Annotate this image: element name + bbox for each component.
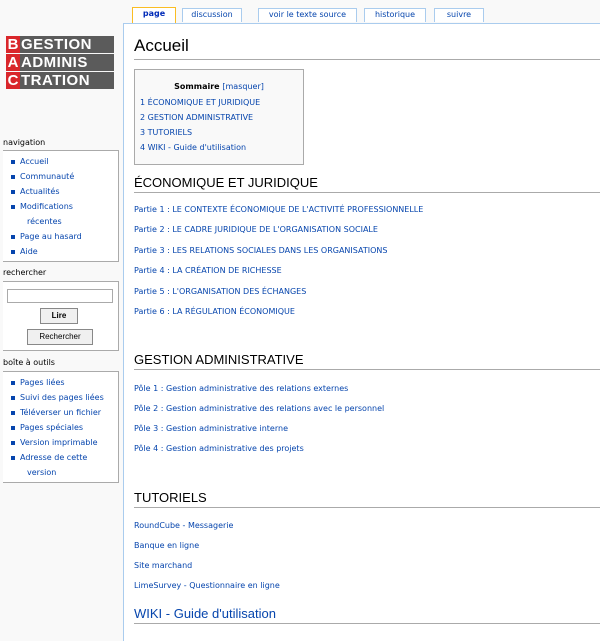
section-link[interactable]: Partie 5 : L'ORGANISATION DES ÉCHANGES <box>134 287 306 296</box>
section-heading: ÉCONOMIQUE ET JURIDIQUE <box>134 175 600 193</box>
table-of-contents: Sommaire [masquer] 1 ÉCONOMIQUE ET JURID… <box>134 69 304 165</box>
section-link[interactable]: Pôle 3 : Gestion administrative interne <box>134 424 288 433</box>
toolbox-title: boîte à outils <box>3 358 55 367</box>
nav-item-news[interactable]: Actualités <box>9 184 118 199</box>
section-link[interactable]: Pôle 1 : Gestion administrative des rela… <box>134 384 348 393</box>
tab-history[interactable]: historique <box>364 8 426 22</box>
navigation-portlet: Accueil Communauté Actualités Modificati… <box>3 150 119 262</box>
toc-item[interactable]: 1 ÉCONOMIQUE ET JURIDIQUE <box>140 95 298 110</box>
section-heading: GESTION ADMINISTRATIVE <box>134 352 600 370</box>
tool-special-pages[interactable]: Pages spéciales <box>9 420 118 435</box>
toc-item[interactable]: 2 GESTION ADMINISTRATIVE <box>140 110 298 125</box>
logo-letter: B <box>6 36 20 53</box>
toc-header: Sommaire [masquer] <box>140 82 298 91</box>
logo-text: GESTION <box>20 36 114 53</box>
toc-item[interactable]: 3 TUTORIELS <box>140 125 298 140</box>
section-link[interactable]: Site marchand <box>134 561 192 570</box>
nav-item-recent-changes-cont[interactable]: récentes <box>9 214 118 229</box>
section-link[interactable]: Partie 1 : LE CONTEXTE ÉCONOMIQUE DE L'A… <box>134 205 423 214</box>
navigation-title: navigation <box>3 138 46 147</box>
tool-permalink[interactable]: Adresse de cette <box>9 450 118 465</box>
tab-view-source[interactable]: voir le texte source <box>258 8 357 22</box>
logo-text: ADMINIS <box>20 54 114 71</box>
toc-list: 1 ÉCONOMIQUE ET JURIDIQUE 2 GESTION ADMI… <box>140 95 298 155</box>
section-link[interactable]: Banque en ligne <box>134 541 199 550</box>
section-link[interactable]: Pôle 2 : Gestion administrative des rela… <box>134 404 384 413</box>
tool-related-changes[interactable]: Suivi des pages liées <box>9 390 118 405</box>
tab-page[interactable]: page <box>132 7 176 23</box>
section-link[interactable]: RoundCube - Messagerie <box>134 521 233 530</box>
tab-watch[interactable]: suivre <box>434 8 484 22</box>
nav-item-home[interactable]: Accueil <box>9 154 118 169</box>
logo-row: C TRATION <box>6 72 114 89</box>
content-area: Accueil Sommaire [masquer] 1 ÉCONOMIQUE … <box>123 23 600 641</box>
tool-upload[interactable]: Téléverser un fichier <box>9 405 118 420</box>
section-heading-link[interactable]: WIKI - Guide d'utilisation <box>134 606 600 624</box>
section-link[interactable]: Partie 2 : LE CADRE JURIDIQUE DE L'ORGAN… <box>134 225 378 234</box>
search-button[interactable]: Rechercher <box>27 329 93 345</box>
search-portlet: Lire Rechercher <box>3 281 119 351</box>
go-button[interactable]: Lire <box>40 308 78 324</box>
search-title: rechercher <box>3 268 47 277</box>
section-link[interactable]: Pôle 4 : Gestion administrative des proj… <box>134 444 304 453</box>
nav-item-help[interactable]: Aide <box>9 244 118 259</box>
tool-what-links-here[interactable]: Pages liées <box>9 375 118 390</box>
nav-item-random[interactable]: Page au hasard <box>9 229 118 244</box>
logo-row: B GESTION <box>6 36 114 53</box>
logo-letter: A <box>6 54 20 71</box>
tab-discussion[interactable]: discussion <box>182 8 242 22</box>
section-link[interactable]: Partie 4 : LA CRÉATION DE RICHESSE <box>134 266 282 275</box>
nav-item-recent-changes[interactable]: Modifications <box>9 199 118 214</box>
logo-row: A ADMINIS <box>6 54 114 71</box>
section-link[interactable]: Partie 3 : LES RELATIONS SOCIALES DANS L… <box>134 246 387 255</box>
tool-permalink-cont[interactable]: version <box>9 465 118 480</box>
toolbox-portlet: Pages liées Suivi des pages liées Téléve… <box>3 371 119 483</box>
section-link[interactable]: Partie 6 : LA RÉGULATION ÉCONOMIQUE <box>134 307 295 316</box>
section-heading: TUTORIELS <box>134 490 600 508</box>
site-logo[interactable]: B GESTION A ADMINIS C TRATION <box>6 36 114 90</box>
tool-printable[interactable]: Version imprimable <box>9 435 118 450</box>
nav-item-community[interactable]: Communauté <box>9 169 118 184</box>
search-input[interactable] <box>7 289 113 303</box>
toc-toggle-link[interactable]: [masquer] <box>222 82 263 91</box>
logo-letter: C <box>6 72 20 89</box>
logo-text: TRATION <box>20 72 114 89</box>
section-link[interactable]: LimeSurvey - Questionnaire en ligne <box>134 581 280 590</box>
page-title: Accueil <box>134 36 600 60</box>
toc-title: Sommaire <box>174 82 220 91</box>
toc-item[interactable]: 4 WIKI - Guide d'utilisation <box>140 140 298 155</box>
